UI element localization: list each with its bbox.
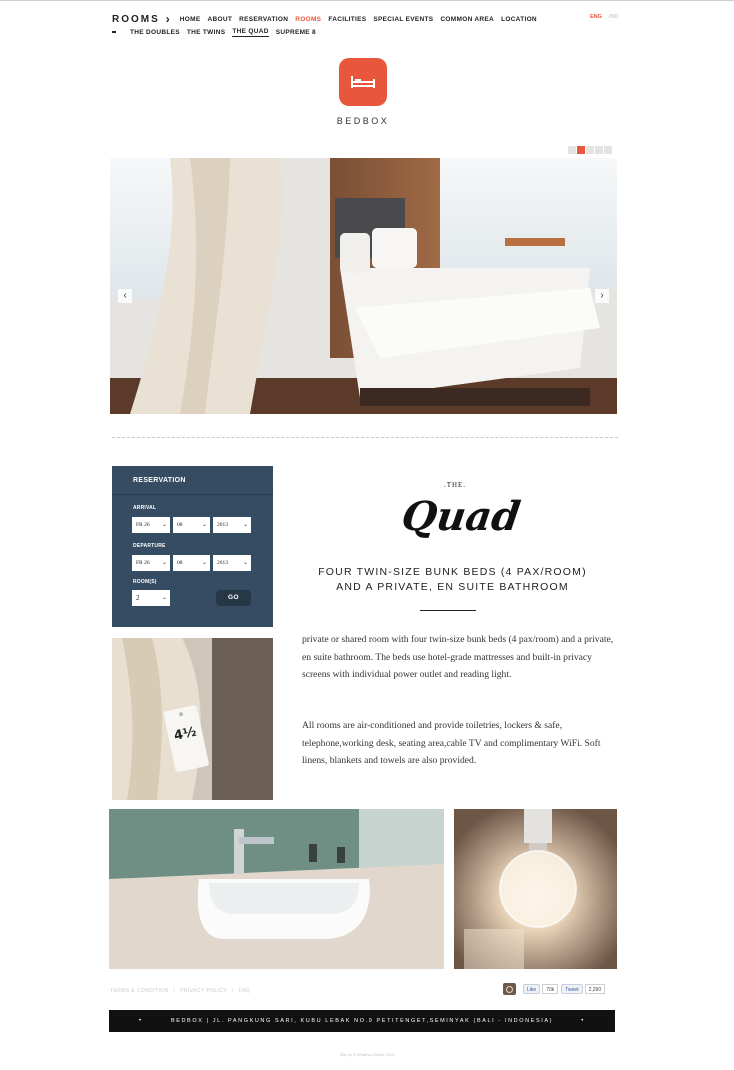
slider-prev-button[interactable]: ‹ xyxy=(118,289,132,303)
chevron-down-icon: ⌄ xyxy=(201,521,207,528)
like-count: 70k xyxy=(542,984,559,994)
arrival-day-value: FR 26 xyxy=(136,522,150,528)
arrival-year-value: 2013 xyxy=(217,522,228,528)
subnav-the-quad[interactable]: THE QUAD xyxy=(232,28,269,37)
reservation-rule xyxy=(112,494,273,495)
tweet-count: 2,290 xyxy=(584,984,606,994)
bathroom-sink-photo xyxy=(109,809,444,969)
reservation-title: RESERVATION xyxy=(133,477,186,484)
rooms-subnav: THE DOUBLES THE TWINS THE QUAD SUPREME 8 xyxy=(112,27,323,37)
link-separator: / xyxy=(232,988,234,994)
bed-icon xyxy=(351,76,375,88)
facebook-like-button[interactable]: Like xyxy=(523,984,541,994)
nav-facilities[interactable]: FACILITIES xyxy=(328,16,366,23)
subtitle-rule xyxy=(420,610,476,611)
top-border xyxy=(0,0,734,1)
hammock-tag-photo: 4½ xyxy=(112,638,273,800)
chevron-down-icon: ⌄ xyxy=(161,559,167,566)
subnav-the-twins[interactable]: THE TWINS xyxy=(187,29,225,36)
site-credit[interactable]: Site by © Whatnot Studio 2013 xyxy=(317,1052,417,1057)
light-bulb-photo xyxy=(454,809,617,969)
bedbox-logo[interactable] xyxy=(339,58,387,106)
rooms-label: ROOM(S) xyxy=(133,579,157,585)
nav-rooms[interactable]: ROOMS xyxy=(295,16,321,23)
departure-month-value: 08 xyxy=(177,560,183,566)
slider-dots xyxy=(568,146,613,154)
slider-next-button[interactable]: › xyxy=(595,289,609,303)
bullet-icon: • xyxy=(581,1018,585,1024)
rooms-select[interactable]: 2 ⌄ xyxy=(132,590,170,606)
main-nav: ROOMS › HOME ABOUT RESERVATION ROOMS FAC… xyxy=(112,12,544,26)
social-buttons: Like 70k Tweet 2,290 xyxy=(503,983,608,995)
slider-dot[interactable] xyxy=(586,146,594,154)
chevron-down-icon: ⌄ xyxy=(201,559,207,566)
reservation-panel: RESERVATION ARRIVAL FR 26 ⌄ 08 ⌄ 2013 ⌄ DEP… xyxy=(112,466,273,627)
room-description-2: All rooms are air-conditioned and provid… xyxy=(302,720,601,767)
sink-illustration xyxy=(109,809,444,969)
link-separator: / xyxy=(173,988,176,994)
address-bar: • BEDBOX | JL. PANGKUNG SARI, KUBU LEBAK… xyxy=(109,1010,615,1032)
departure-month-select[interactable]: 08 ⌄ xyxy=(173,555,210,571)
go-button[interactable]: GO xyxy=(216,590,251,606)
subnav-dash xyxy=(112,31,116,33)
chevron-down-icon: ⌄ xyxy=(242,521,248,528)
chevron-down-icon: ⌄ xyxy=(242,559,248,566)
room-title-script: Quad xyxy=(399,493,523,540)
hero-bedroom-photo: ‹ › xyxy=(110,158,617,414)
subnav-the-doubles[interactable]: THE DOUBLES xyxy=(130,29,180,36)
room-subtitle: FOUR TWIN-SIZE BUNK BEDS (4 PAX/ROOM) AN… xyxy=(300,565,605,595)
slider-dot[interactable] xyxy=(604,146,612,154)
instagram-icon[interactable] xyxy=(503,983,516,995)
subnav-supreme-8[interactable]: SUPREME 8 xyxy=(276,29,316,36)
privacy-policy-link[interactable]: PRIVACY POLICY xyxy=(180,988,227,994)
room-subtitle-line1: FOUR TWIN-SIZE BUNK BEDS (4 PAX/ROOM) xyxy=(318,566,587,578)
departure-day-value: FR 26 xyxy=(136,560,150,566)
section-divider xyxy=(112,437,618,438)
slider-dot-active[interactable] xyxy=(577,146,585,154)
slider-dot[interactable] xyxy=(568,146,576,154)
brand-name: BEDBOX xyxy=(336,116,390,126)
nav-location[interactable]: LOCATION xyxy=(501,16,537,23)
section-title: ROOMS xyxy=(112,13,160,25)
arrival-label: ARRIVAL xyxy=(133,505,157,511)
bullet-icon: • xyxy=(139,1018,143,1024)
departure-day-select[interactable]: FR 26 ⌄ xyxy=(132,555,170,571)
footer-links: TERMS & CONDITION / PRIVACY POLICY / FAQ xyxy=(110,988,255,994)
arrival-month-value: 08 xyxy=(177,522,183,528)
nav-reservation[interactable]: RESERVATION xyxy=(239,16,288,23)
room-subtitle-line2: AND A PRIVATE, EN SUITE BATHROOM xyxy=(336,581,569,593)
chevron-right-icon: › xyxy=(165,12,170,26)
room-name: Quad xyxy=(399,493,523,540)
faq-link[interactable]: FAQ xyxy=(239,988,250,994)
nav-special-events[interactable]: SPECIAL EVENTS xyxy=(373,16,433,23)
chevron-down-icon: ⌄ xyxy=(161,594,167,601)
address-text: BEDBOX | JL. PANGKUNG SARI, KUBU LEBAK N… xyxy=(170,1018,554,1024)
departure-year-value: 2013 xyxy=(217,560,228,566)
room-description-1: private or shared room with four twin-si… xyxy=(302,634,614,681)
nav-about[interactable]: ABOUT xyxy=(207,16,232,23)
nav-common-area[interactable]: COMMON AREA xyxy=(440,16,494,23)
arrival-month-select[interactable]: 08 ⌄ xyxy=(173,517,210,533)
slider-dot[interactable] xyxy=(595,146,603,154)
rooms-value: 2 xyxy=(136,594,140,602)
departure-label: DEPARTURE xyxy=(133,543,166,549)
hammock-illustration: 4½ xyxy=(112,638,273,800)
bulb-illustration xyxy=(454,809,617,969)
language-ind[interactable]: IND xyxy=(609,14,618,20)
chevron-down-icon: ⌄ xyxy=(161,521,167,528)
arrival-day-select[interactable]: FR 26 ⌄ xyxy=(132,517,170,533)
bedroom-illustration xyxy=(110,158,617,414)
nav-home[interactable]: HOME xyxy=(180,16,201,23)
terms-link[interactable]: TERMS & CONDITION xyxy=(110,988,168,994)
tweet-button[interactable]: Tweet xyxy=(561,984,583,994)
language-eng[interactable]: ENG xyxy=(590,14,602,20)
departure-year-select[interactable]: 2013 ⌄ xyxy=(213,555,251,571)
arrival-year-select[interactable]: 2013 ⌄ xyxy=(213,517,251,533)
